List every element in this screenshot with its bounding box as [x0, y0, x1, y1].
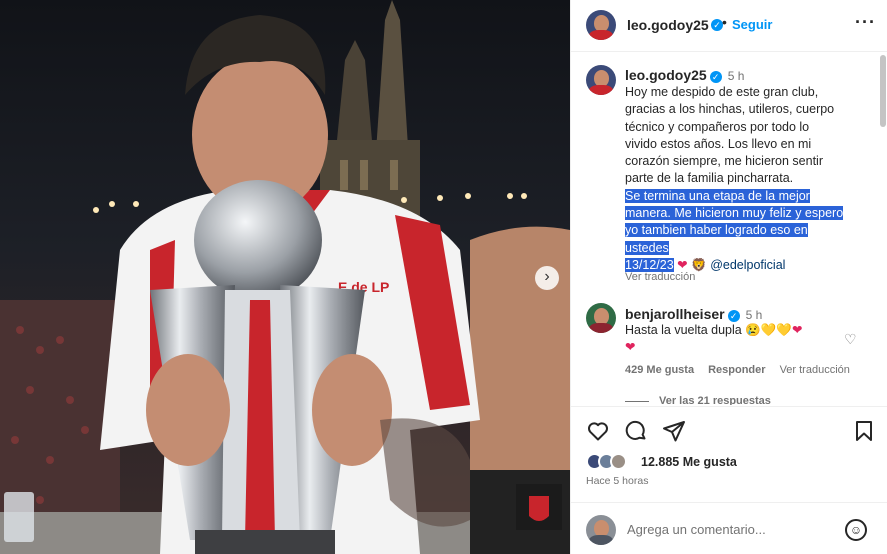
caption-text: Hoy me despido de este gran club, gracia…: [625, 84, 871, 274]
selected-text: ustedes: [625, 240, 669, 255]
heart-emoji: ❤: [677, 257, 688, 272]
red-heart-emoji: ❤: [625, 340, 636, 354]
add-comment-bar: ☺: [571, 502, 887, 554]
photo-illustration: E de LP: [0, 0, 570, 554]
verified-icon: ✓: [709, 71, 722, 83]
view-replies-label: Ver las 21 respuestas: [659, 395, 771, 405]
liker-avatar: [610, 453, 627, 470]
red-heart-emoji: ❤: [791, 323, 803, 337]
comment-likes[interactable]: 429 Me gusta: [625, 364, 694, 376]
post-actions: 12.885 Me gusta Hace 5 horas: [571, 406, 887, 501]
comment-input[interactable]: [627, 519, 837, 539]
author-avatar[interactable]: [586, 10, 616, 40]
verified-icon: ✓: [727, 310, 740, 322]
yellow-heart-emoji: 💛: [760, 323, 777, 337]
reply-button[interactable]: Responder: [708, 364, 765, 376]
caption-line: técnico y compañeros por todo lo: [625, 119, 810, 134]
post-sidebar: leo.godoy25 ✓ • Seguir ··· leo.godoy25 ✓ 5…: [570, 0, 887, 554]
comment-meta: 429 Me gusta Responder Ver traducción: [625, 364, 864, 376]
comment-body: Hasta la vuelta dupla: [625, 323, 742, 337]
carousel-next-button[interactable]: ›: [535, 266, 559, 290]
comment-like-icon[interactable]: ♡: [844, 331, 857, 348]
lion-emoji: 🦁: [691, 257, 707, 272]
more-options-icon[interactable]: ···: [855, 12, 876, 33]
separator-dot: •: [722, 14, 727, 30]
commenter-avatar[interactable]: [586, 303, 616, 333]
follow-button[interactable]: Seguir: [732, 17, 772, 32]
comments-scrollbar[interactable]: [880, 55, 886, 127]
yellow-heart-emoji: 💛: [776, 323, 792, 337]
caption-avatar[interactable]: [586, 65, 616, 95]
commenter-username[interactable]: benjarollheiser: [625, 306, 725, 322]
caption-username[interactable]: leo.godoy25: [625, 67, 707, 83]
caption-line: gracias a los hinchas, utileros, cuerpo: [625, 102, 835, 117]
caption-header: leo.godoy25 ✓ 5 h: [625, 67, 744, 85]
emoji-picker-icon[interactable]: ☺: [845, 519, 867, 541]
comment-icon[interactable]: [624, 419, 650, 445]
bookmark-icon[interactable]: [852, 419, 878, 445]
comment-time: 5 h: [745, 308, 763, 322]
comment-text: Hasta la vuelta dupla 😢💛💛❤ ❤: [625, 322, 855, 356]
likes-count[interactable]: 12.885 Me gusta: [641, 455, 737, 469]
caption-line: parte de la familia pincharrata.: [625, 171, 794, 186]
right-hand: [312, 354, 392, 466]
caption-line: vivido estos años. Los llevo en mi: [625, 136, 812, 151]
view-replies-link[interactable]: Ver las 21 respuestas: [625, 395, 771, 405]
caption-translate-link[interactable]: Ver traducción: [625, 271, 695, 283]
caption-time: 5 h: [727, 69, 745, 83]
plastic-cup: [4, 492, 34, 542]
post-photo[interactable]: E de LP ›: [0, 0, 570, 554]
heart-icon[interactable]: [586, 419, 612, 445]
author-username[interactable]: leo.godoy25: [627, 17, 709, 33]
replies-divider: [625, 400, 649, 402]
selected-text: manera. Me hicieron muy feliz y espero: [625, 206, 844, 221]
left-hand: [146, 354, 230, 466]
crying-emoji: 😢: [745, 323, 761, 337]
comments-list[interactable]: leo.godoy25 ✓ 5 h Hoy me despido de este g…: [571, 53, 881, 405]
post-header: leo.godoy25 ✓ • Seguir ···: [571, 0, 887, 52]
comment-translate-link[interactable]: Ver traducción: [780, 364, 850, 376]
share-icon[interactable]: [662, 419, 688, 445]
caption-line: corazón siempre, me hicieron sentir: [625, 154, 823, 169]
post-timestamp: Hace 5 horas: [586, 475, 649, 487]
caption-date: 13/12/23: [625, 257, 674, 272]
selected-text: yo tambien haber logrado eso en: [625, 223, 808, 238]
current-user-avatar: [586, 515, 616, 545]
caption-line: Hoy me despido de este gran club,: [625, 85, 819, 99]
mention-link[interactable]: @edelpoficial: [710, 258, 785, 272]
selected-text: Se termina una etapa de la mejor: [625, 188, 810, 203]
